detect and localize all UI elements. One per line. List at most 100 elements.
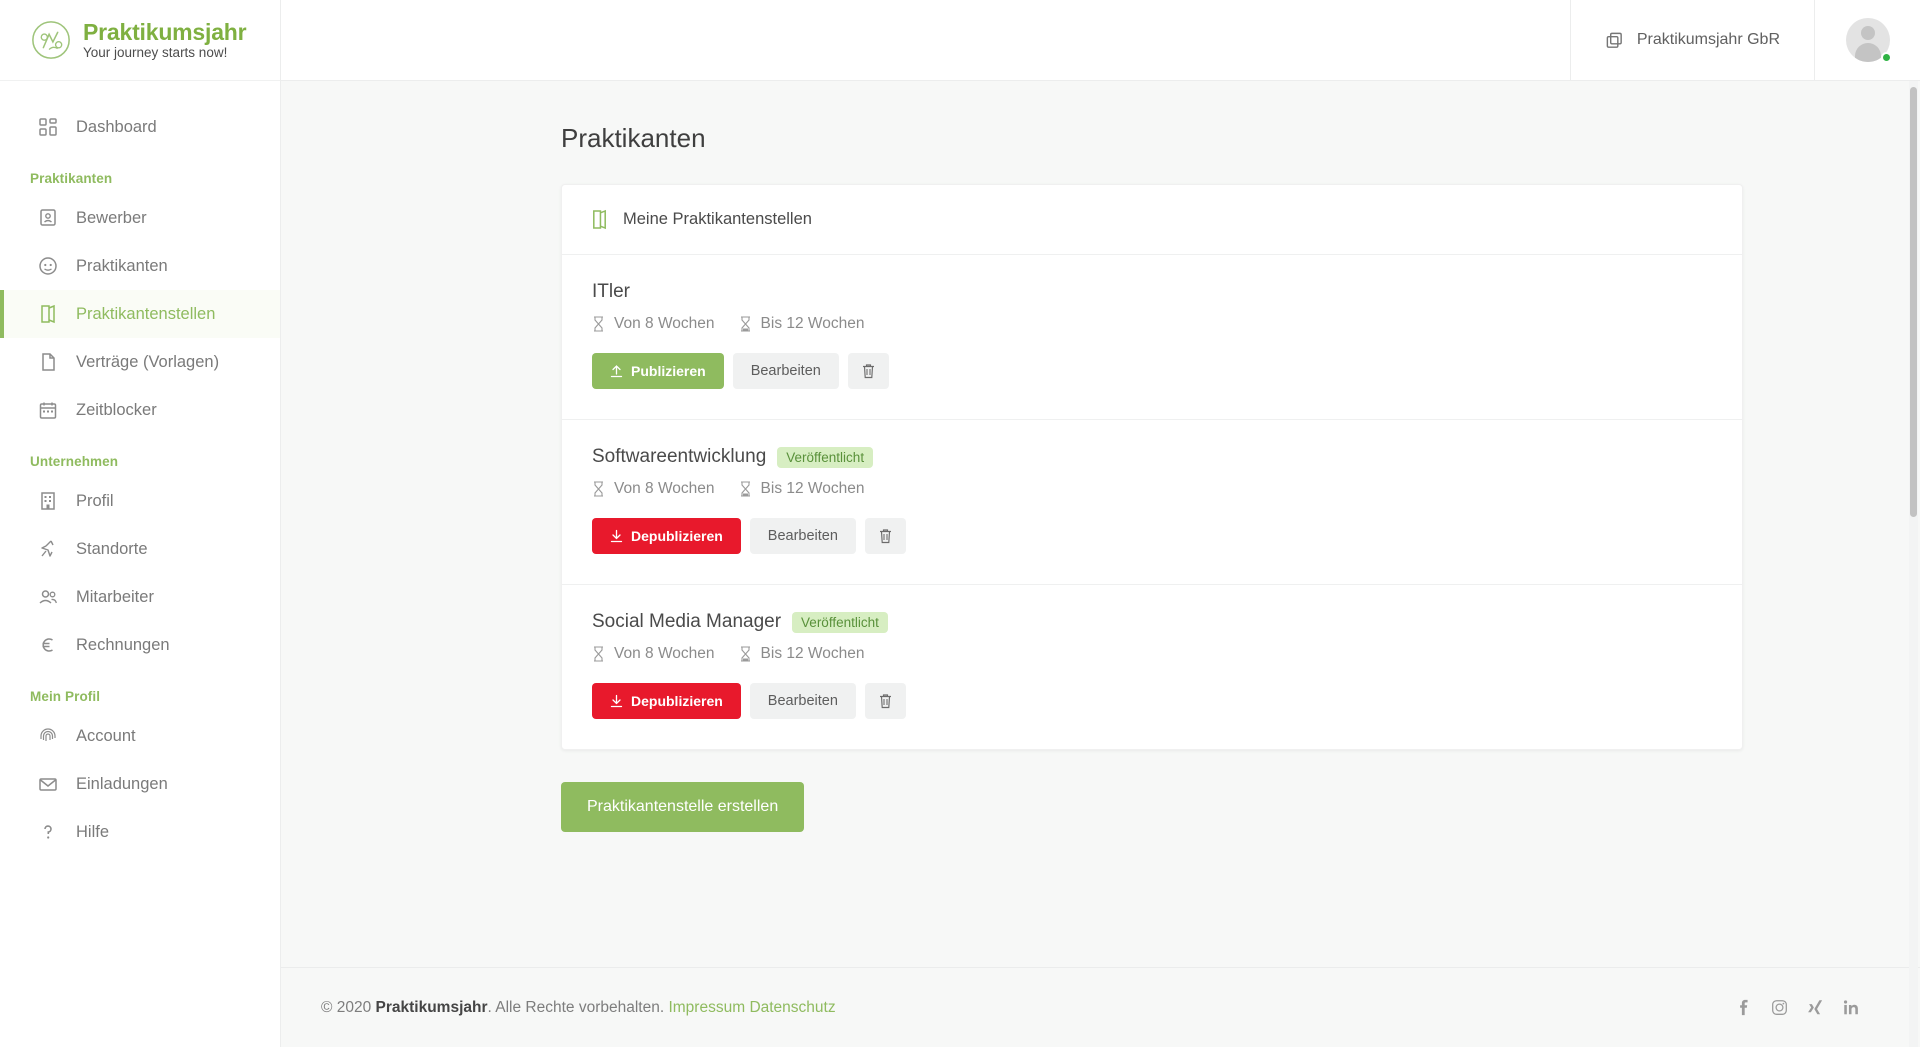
people-icon [39,590,57,604]
job-title: Softwareentwicklung [592,446,767,467]
duration-from: Von 8 Wochen [592,480,715,498]
sidebar-section-unternehmen: Unternehmen [30,454,119,469]
job-actions: Depublizieren Bearbeiten [592,683,1712,719]
job-meta: Von 8 Wochen Bis 12 Wochen [592,480,1712,498]
hourglass-icon [594,316,603,332]
duration-from-label: Von 8 Wochen [614,480,715,497]
page-title: Praktikanten [561,123,706,153]
sidebar-item-bewerber[interactable]: Bewerber [0,194,280,242]
sidebar-item-label: Dashboard [76,117,157,136]
map-pin-icon [41,540,54,557]
main-area: Praktikumsjahr GbR Praktikanten Meine Pr… [281,0,1920,1047]
duration-from-label: Von 8 Wochen [614,645,715,662]
job-title-line: Softwareentwicklung Veröffentlicht [592,446,1712,468]
card-header-label: Meine Praktikantenstellen [623,210,812,228]
instagram-icon[interactable] [1771,999,1788,1016]
scrollbar-track[interactable] [1909,81,1918,1047]
sidebar-item-label: Praktikanten [76,256,168,275]
circle-journey-logo [32,21,70,59]
delete-button[interactable] [864,518,906,554]
face-circle-icon [39,257,57,275]
sidebar-section-mein-profil: Mein Profil [30,689,101,704]
xing-icon[interactable] [1807,999,1824,1016]
sidebar-item-label: Zeitblocker [76,400,157,419]
duration-to: Bis 12 Wochen [739,480,865,498]
job-meta: Von 8 Wochen Bis 12 Wochen [592,645,1712,663]
duration-from-label: Von 8 Wochen [614,315,715,332]
duration-to-label: Bis 12 Wochen [760,480,865,497]
sidebar-item-einladungen[interactable]: Einladungen [0,760,280,808]
page-content: Praktikanten Meine Praktikantenstellen I… [281,81,1920,967]
brand-name: Praktikumsjahr [83,18,247,45]
sidebar-item-vertraege[interactable]: Verträge (Vorlagen) [0,338,280,386]
linkedin-icon[interactable] [1843,999,1860,1016]
facebook-icon[interactable] [1735,999,1752,1016]
unpublish-button[interactable]: Depublizieren [592,683,741,719]
sidebar-item-label: Rechnungen [76,635,170,654]
edit-button[interactable]: Bearbeiten [749,518,856,554]
job-title-line: ITler [592,281,1712,303]
job-title-line: Social Media Manager Veröffentlicht [592,611,1712,633]
sidebar-item-hilfe[interactable]: Hilfe [0,808,280,856]
table-row: ITler Von 8 Wochen Bis 12 Wochen Publizi… [562,255,1742,420]
status-badge: Veröffentlicht [777,446,874,468]
copy-squares-icon [1606,32,1622,48]
sidebar-item-account[interactable]: Account [0,712,280,760]
sidebar-item-label: Standorte [76,539,148,558]
question-mark-icon [44,825,52,839]
brand-logo[interactable]: Praktikumsjahr Your journey starts now! [0,0,280,81]
sidebar-item-rechnungen[interactable]: Rechnungen [0,621,280,669]
sidebar-item-zeitblocker[interactable]: Zeitblocker [0,386,280,434]
card-header: Meine Praktikantenstellen [562,185,1742,255]
sidebar-nav: Dashboard Praktikanten Bewerber Praktika… [0,81,280,856]
unpublish-button[interactable]: Depublizieren [592,518,741,554]
create-praktikantenstelle-button[interactable]: Praktikantenstelle erstellen [561,782,805,832]
sidebar-item-label: Verträge (Vorlagen) [76,352,220,371]
status-badge: Veröffentlicht [792,611,888,633]
job-actions: Depublizieren Bearbeiten [592,518,1712,554]
trash-icon [879,529,891,544]
download-arrow-icon [610,529,623,543]
duration-to: Bis 12 Wochen [739,315,865,333]
sidebar-item-praktikanten[interactable]: Praktikanten [0,242,280,290]
sidebar-item-label: Mitarbeiter [76,587,154,606]
scrollbar-thumb[interactable] [1910,87,1917,517]
document-page-icon [42,353,55,371]
job-actions: Publizieren Bearbeiten [592,353,1712,389]
edit-button[interactable]: Bearbeiten [732,353,839,389]
sidebar-item-dashboard[interactable]: Dashboard [0,103,280,151]
sidebar-item-label: Account [76,726,136,745]
unpublish-button-label: Depublizieren [631,693,723,709]
duration-from: Von 8 Wochen [592,315,715,333]
edit-button[interactable]: Bearbeiten [749,683,856,719]
sidebar-item-label: Praktikantenstellen [76,304,216,323]
social-links [1735,999,1860,1016]
delete-button[interactable] [864,683,906,719]
datenschutz-link[interactable]: Datenschutz [749,999,835,1016]
footer: © 2020 Praktikumsjahr. Alle Rechte vorbe… [281,967,1920,1047]
euro-icon [42,638,53,652]
copyright-brand: Praktikumsjahr [375,998,488,1016]
sidebar-item-profil[interactable]: Profil [0,477,280,525]
table-row: Softwareentwicklung Veröffentlicht Von 8… [562,420,1742,585]
job-title: Social Media Manager [592,611,782,632]
app-root: Praktikumsjahr Your journey starts now! … [0,0,1920,1047]
user-menu[interactable] [1815,0,1920,80]
brand-tagline: Your journey starts now! [83,44,228,60]
calendar-icon [39,402,57,419]
sidebar-item-standorte[interactable]: Standorte [0,525,280,573]
open-door-icon [593,209,606,230]
status-badge [1881,52,1892,63]
org-switcher[interactable]: Praktikumsjahr GbR [1569,0,1815,80]
upload-arrow-icon [610,365,623,378]
impressum-link[interactable]: Impressum [668,999,745,1016]
copyright-pre: © 2020 [321,998,376,1016]
sidebar-item-mitarbeiter[interactable]: Mitarbeiter [0,573,280,621]
publish-button[interactable]: Publizieren [592,353,724,389]
sidebar-item-praktikantenstellen[interactable]: Praktikantenstellen [0,290,280,338]
table-row: Social Media Manager Veröffentlicht Von … [562,585,1742,749]
delete-button[interactable] [847,353,889,389]
publish-button-label: Publizieren [631,363,706,379]
topbar: Praktikumsjahr GbR [281,0,1920,81]
duration-from: Von 8 Wochen [592,645,715,663]
